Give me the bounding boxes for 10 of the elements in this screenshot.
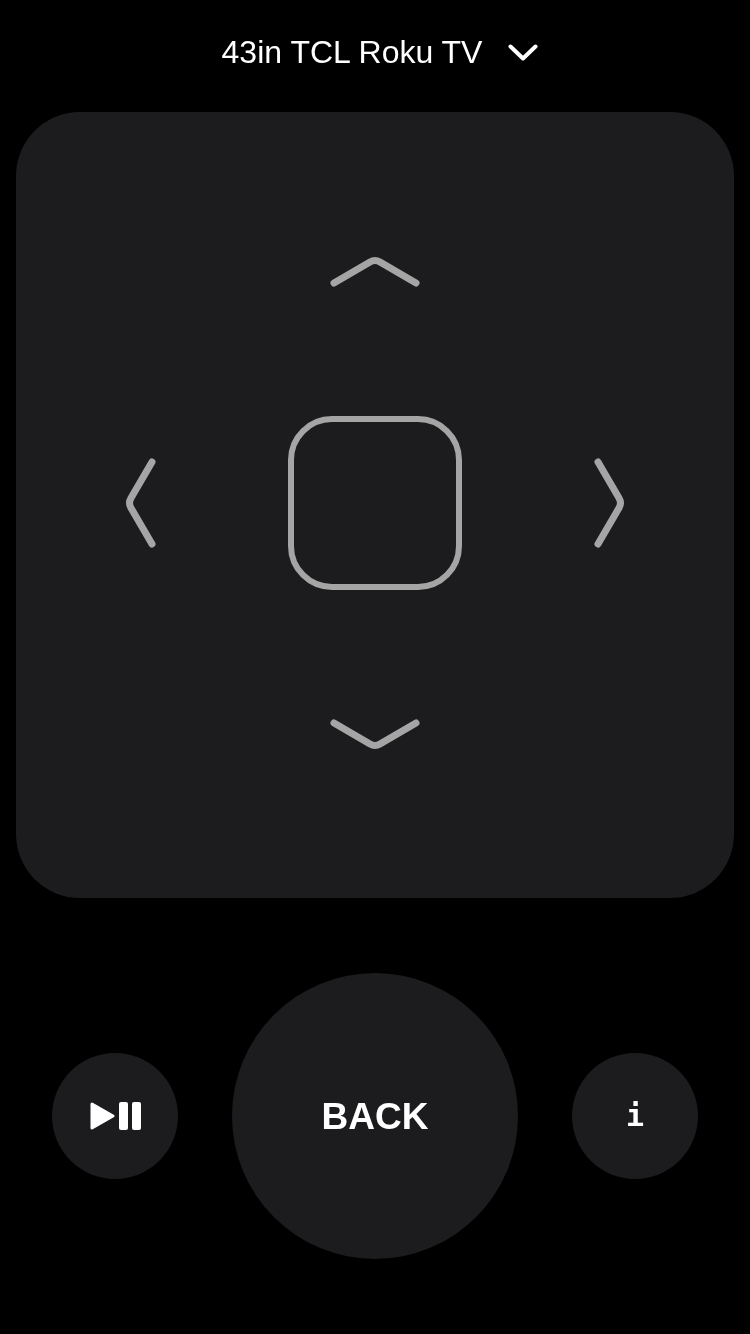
- chevron-down-icon[interactable]: [330, 718, 420, 750]
- back-button[interactable]: BACK: [232, 973, 518, 1259]
- chevron-right-icon[interactable]: [593, 458, 625, 548]
- play-pause-icon: [89, 1102, 141, 1130]
- chevron-up-icon[interactable]: [330, 256, 420, 288]
- select-button[interactable]: [288, 416, 462, 590]
- device-selector[interactable]: 43in TCL Roku TV: [211, 36, 539, 68]
- chevron-left-icon[interactable]: [125, 458, 157, 548]
- info-button[interactable]: i: [572, 1053, 698, 1179]
- chevron-down-icon: [508, 43, 539, 61]
